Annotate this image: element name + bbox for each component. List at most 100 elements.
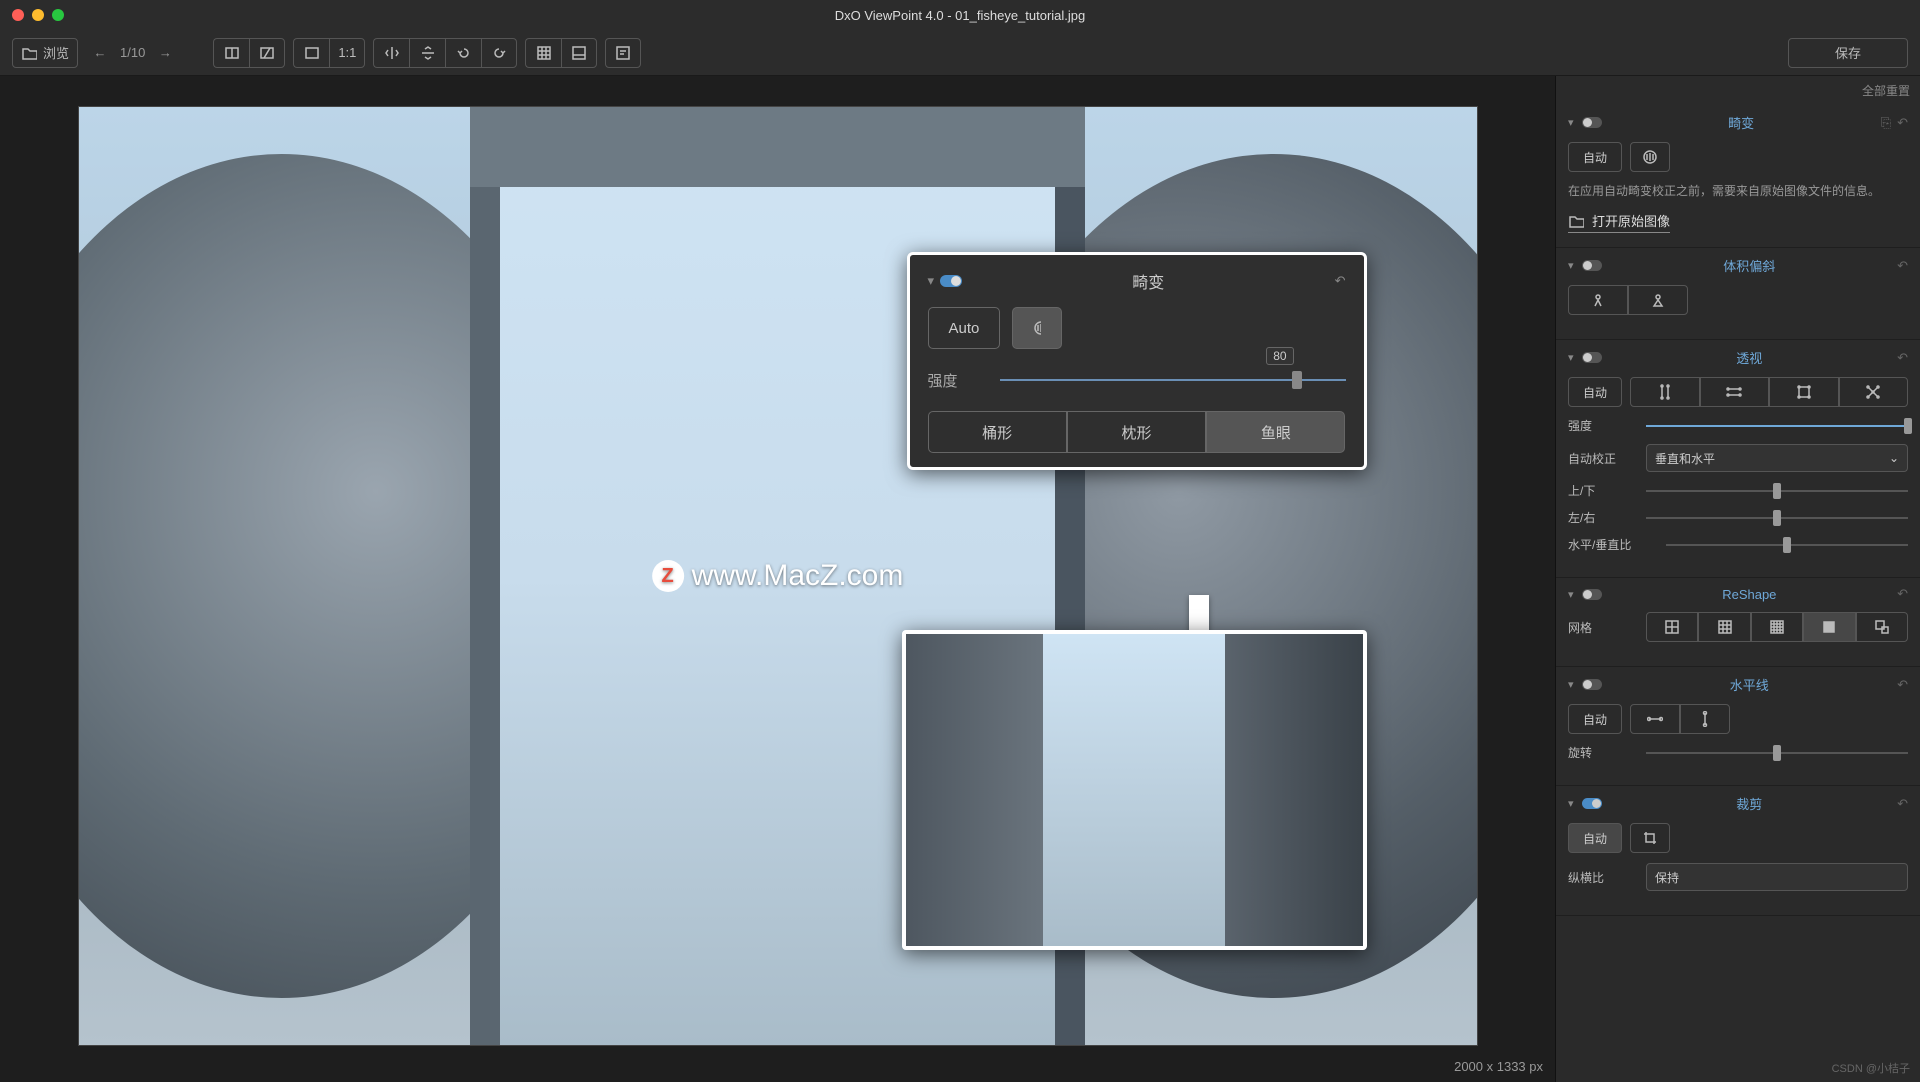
browse-label: 浏览 bbox=[43, 43, 69, 62]
volume-mode-a-icon[interactable] bbox=[1568, 285, 1628, 315]
persp-rectangle-icon[interactable] bbox=[1769, 377, 1839, 407]
watermark-badge: Z bbox=[652, 560, 684, 592]
aspect-label: 纵横比 bbox=[1568, 869, 1638, 886]
aspect-select[interactable]: 保持 bbox=[1646, 863, 1908, 891]
leftright-slider[interactable] bbox=[1646, 517, 1908, 519]
toolbar: 浏览 ← 1/10 → 1:1 保存 bbox=[0, 30, 1920, 76]
grid-icon[interactable] bbox=[525, 38, 561, 68]
window-title: DxO ViewPoint 4.0 - 01_fisheye_tutorial.… bbox=[835, 8, 1086, 23]
collapse-icon[interactable]: ▾ bbox=[1568, 678, 1574, 691]
undo-icon[interactable]: ↶ bbox=[1897, 796, 1908, 812]
panel-title: 体积偏斜 bbox=[1610, 256, 1890, 275]
zoom-11-button[interactable]: 1:1 bbox=[329, 38, 365, 68]
minimize-window[interactable] bbox=[32, 9, 44, 21]
manual-distortion-icon[interactable] bbox=[1630, 142, 1670, 172]
grid-2x2-icon[interactable] bbox=[1646, 612, 1698, 642]
reshape-toggle[interactable] bbox=[1582, 589, 1602, 600]
panel-reshape: ▾ ReShape ↶ 网格 bbox=[1556, 578, 1920, 667]
volume-toggle[interactable] bbox=[1582, 260, 1602, 271]
panel-crop: ▾ 裁剪 ↶ 自动 纵横比 保持 bbox=[1556, 786, 1920, 916]
info-overlay-icon[interactable] bbox=[605, 38, 641, 68]
persp-vertical-icon[interactable] bbox=[1630, 377, 1700, 407]
result-thumbnail bbox=[902, 630, 1367, 950]
distortion-icon bbox=[1033, 320, 1041, 336]
sidebar: 全部重置 ▾ 畸变 ⎘↶ 自动 在应用自动畸变校正之前，需要来自原始图像文件的信… bbox=[1555, 76, 1920, 1082]
prev-image[interactable]: ← bbox=[86, 45, 114, 60]
open-original-link[interactable]: 打开原始图像 bbox=[1568, 211, 1670, 233]
distortion-toggle[interactable] bbox=[940, 275, 962, 287]
browse-button[interactable]: 浏览 bbox=[12, 38, 78, 68]
auto-correct-select[interactable]: 垂直和水平 ⌄ bbox=[1646, 444, 1908, 472]
intensity-label: 强度 bbox=[928, 370, 988, 391]
grid-label: 网格 bbox=[1568, 619, 1638, 636]
collapse-icon[interactable]: ▾ bbox=[1568, 116, 1574, 129]
horizon-h-icon[interactable] bbox=[1630, 704, 1680, 734]
flip-v-icon[interactable] bbox=[409, 38, 445, 68]
intensity-label: 强度 bbox=[1568, 417, 1638, 434]
reset-all-button[interactable]: 全部重置 bbox=[1862, 82, 1910, 99]
grid-solid-icon[interactable] bbox=[1803, 612, 1855, 642]
rotate-right-icon[interactable] bbox=[481, 38, 517, 68]
perspective-toggle[interactable] bbox=[1582, 352, 1602, 363]
auto-button[interactable]: Auto bbox=[928, 307, 1001, 349]
mode-fisheye[interactable]: 鱼眼 bbox=[1206, 411, 1345, 453]
flip-h-icon[interactable] bbox=[373, 38, 409, 68]
undo-icon[interactable]: ↶ bbox=[1897, 115, 1908, 131]
maximize-window[interactable] bbox=[52, 9, 64, 21]
auto-button[interactable]: 自动 bbox=[1568, 704, 1622, 734]
compare-split-icon[interactable] bbox=[249, 38, 285, 68]
volume-mode-b-icon[interactable] bbox=[1628, 285, 1688, 315]
rotate-slider[interactable] bbox=[1646, 752, 1908, 754]
auto-button[interactable]: 自动 bbox=[1568, 823, 1622, 853]
mode-pincushion[interactable]: 枕形 bbox=[1067, 411, 1206, 453]
copy-icon[interactable]: ⎘ bbox=[1881, 115, 1891, 131]
persp-8point-icon[interactable] bbox=[1839, 377, 1909, 407]
horizon-toggle[interactable] bbox=[1582, 679, 1602, 690]
preview-image[interactable]: Z www.MacZ.com ▾ 畸变 ↶ Auto bbox=[78, 106, 1478, 1046]
collapse-icon[interactable]: ▾ bbox=[1568, 588, 1574, 601]
auto-correct-label: 自动校正 bbox=[1568, 450, 1638, 467]
page-indicator: 1/10 bbox=[120, 45, 145, 60]
undo-icon[interactable]: ↶ bbox=[1897, 258, 1908, 274]
undo-icon[interactable]: ↶ bbox=[1335, 273, 1346, 289]
intensity-slider[interactable] bbox=[1646, 425, 1908, 427]
crop-manual-icon[interactable] bbox=[1630, 823, 1670, 853]
collapse-icon[interactable]: ▾ bbox=[1568, 259, 1574, 272]
horizon-v-icon[interactable] bbox=[1680, 704, 1730, 734]
distortion-toggle[interactable] bbox=[1582, 117, 1602, 128]
collapse-icon[interactable]: ▾ bbox=[1568, 351, 1574, 364]
leftright-label: 左/右 bbox=[1568, 509, 1638, 526]
panel-title: ReShape bbox=[1610, 587, 1890, 602]
hvratio-slider[interactable] bbox=[1666, 544, 1908, 546]
intensity-value: 80 bbox=[1266, 347, 1293, 365]
rotate-label: 旋转 bbox=[1568, 744, 1638, 761]
updown-slider[interactable] bbox=[1646, 490, 1908, 492]
grid-custom-icon[interactable] bbox=[1856, 612, 1908, 642]
mode-barrel[interactable]: 桶形 bbox=[928, 411, 1067, 453]
persp-horizontal-icon[interactable] bbox=[1700, 377, 1770, 407]
save-button[interactable]: 保存 bbox=[1788, 38, 1908, 68]
distortion-popup-title: 畸变 bbox=[962, 269, 1335, 293]
auto-button[interactable]: 自动 bbox=[1568, 142, 1622, 172]
guides-icon[interactable] bbox=[561, 38, 597, 68]
compare-side-icon[interactable] bbox=[213, 38, 249, 68]
panel-distortion: ▾ 畸变 ⎘↶ 自动 在应用自动畸变校正之前，需要来自原始图像文件的信息。 打开… bbox=[1556, 105, 1920, 248]
next-image[interactable]: → bbox=[151, 45, 179, 60]
intensity-slider[interactable]: 80 bbox=[1000, 365, 1346, 395]
auto-button[interactable]: 自动 bbox=[1568, 377, 1622, 407]
undo-icon[interactable]: ↶ bbox=[1897, 350, 1908, 366]
manual-distortion-icon[interactable] bbox=[1012, 307, 1062, 349]
distortion-note: 在应用自动畸变校正之前，需要来自原始图像文件的信息。 bbox=[1568, 182, 1908, 201]
crop-toggle[interactable] bbox=[1582, 798, 1602, 809]
grid-3x3-icon[interactable] bbox=[1698, 612, 1750, 642]
undo-icon[interactable]: ↶ bbox=[1897, 586, 1908, 602]
grid-4x4-icon[interactable] bbox=[1751, 612, 1803, 642]
rotate-left-icon[interactable] bbox=[445, 38, 481, 68]
close-window[interactable] bbox=[12, 9, 24, 21]
fit-screen-icon[interactable] bbox=[293, 38, 329, 68]
collapse-icon[interactable]: ▾ bbox=[1568, 797, 1574, 810]
undo-icon[interactable]: ↶ bbox=[1897, 677, 1908, 693]
updown-label: 上/下 bbox=[1568, 482, 1638, 499]
collapse-icon[interactable]: ▾ bbox=[928, 273, 935, 289]
chevron-down-icon: ⌄ bbox=[1889, 451, 1899, 465]
